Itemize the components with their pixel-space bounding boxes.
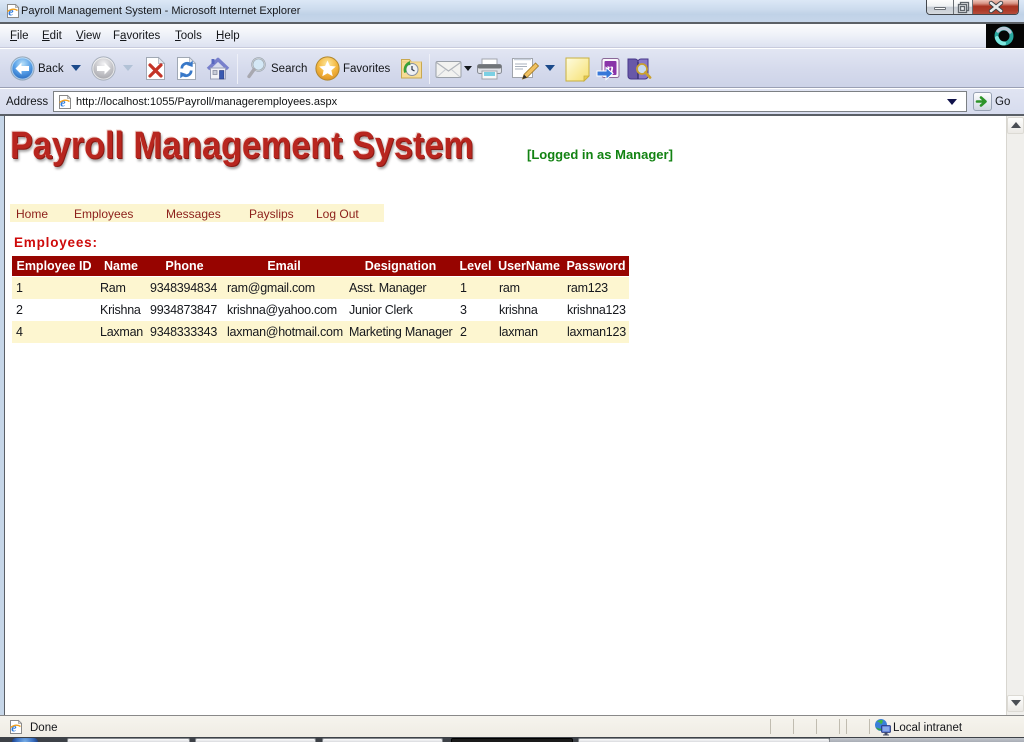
svg-text:e: e <box>11 721 17 735</box>
svg-text:e: e <box>8 5 14 19</box>
svg-text:e: e <box>60 96 66 110</box>
